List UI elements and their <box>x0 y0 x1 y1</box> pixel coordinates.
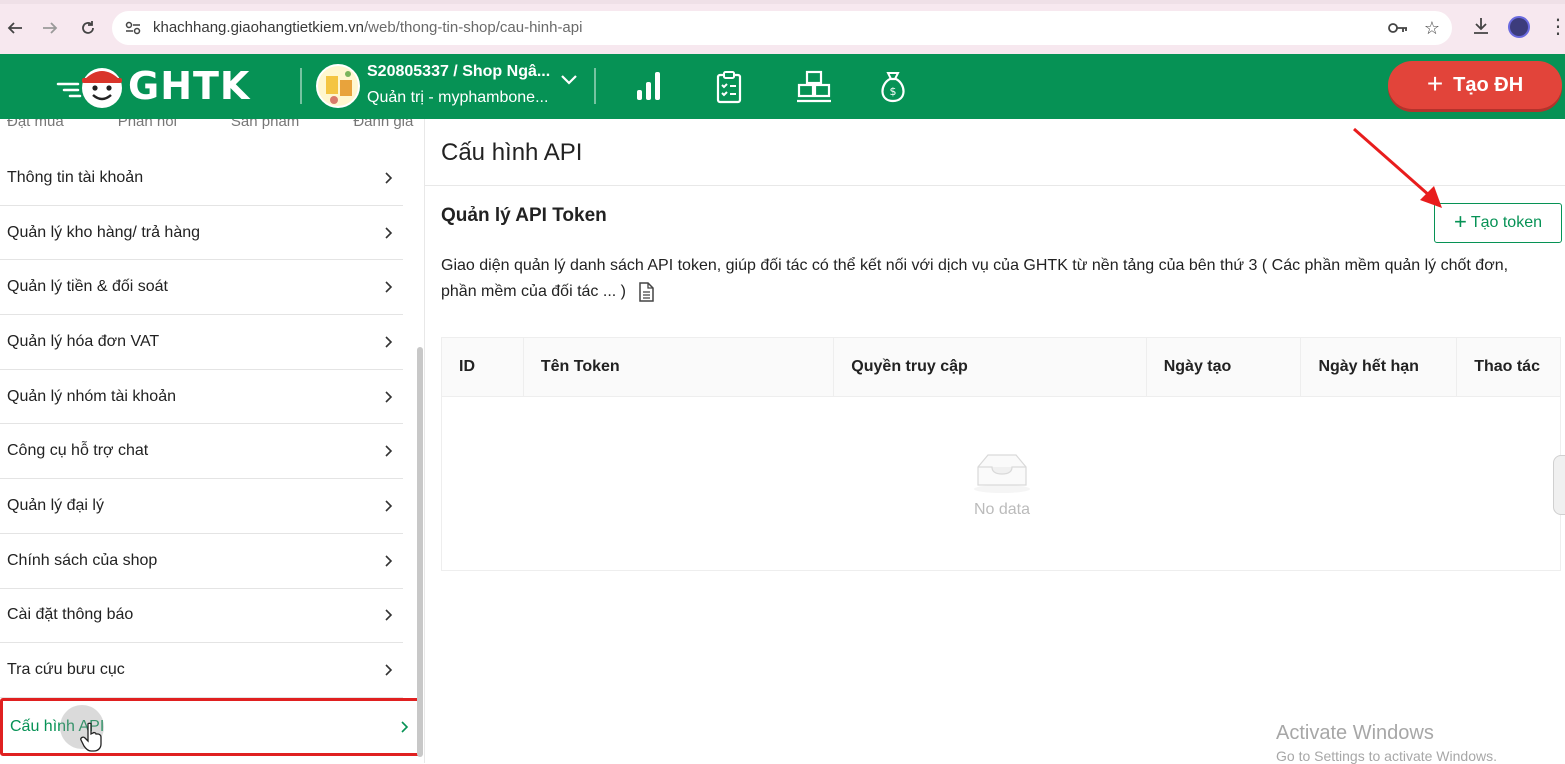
empty-inbox-icon <box>974 453 1030 493</box>
clipboard-checklist-icon[interactable] <box>716 70 742 104</box>
col-header-token-name: Tên Token <box>524 338 835 396</box>
tab-strip <box>0 0 1565 4</box>
password-key-icon[interactable] <box>1388 20 1408 36</box>
windows-activation-subtitle: Go to Settings to activate Windows. <box>1276 748 1497 764</box>
red-arrow-annotation <box>1353 127 1442 208</box>
col-header-id: ID <box>442 338 524 396</box>
url-path: /web/thong-tin-shop/cau-hinh-api <box>363 19 583 36</box>
money-bag-icon[interactable]: $ <box>878 70 908 104</box>
chevron-right-icon <box>385 226 393 239</box>
sidebar-item-label: Cài đặt thông báo <box>7 606 134 624</box>
sidebar-item-account-groups[interactable]: Quản lý nhóm tài khoản <box>0 370 403 425</box>
sidebar-item-label: Thông tin tài khoản <box>7 168 144 186</box>
create-order-label: Tạo ĐH <box>1453 73 1524 96</box>
sidebar-item-chat-tools[interactable]: Công cụ hỗ trợ chat <box>0 424 403 480</box>
address-bar[interactable]: khachhang.giaohangtietkiem.vn/web/thong-… <box>112 11 1452 45</box>
sidebar-item-label: Quản lý tiền & đối soát <box>7 278 168 296</box>
logo-text: GHTK <box>128 64 251 108</box>
chevron-right-icon <box>401 721 409 733</box>
plus-icon: + <box>1453 209 1467 234</box>
section-title: Quản lý API Token <box>441 205 607 226</box>
browser-toolbar: khachhang.giaohangtietkiem.vn/web/thong-… <box>0 0 1565 54</box>
windows-activation-title: Activate Windows <box>1276 722 1434 744</box>
site-settings-icon[interactable] <box>124 19 142 37</box>
chevron-right-icon <box>385 555 393 567</box>
sidebar-item-label: Quản lý nhóm tài khoản <box>7 387 176 405</box>
sidebar-item-notifications[interactable]: Cài đặt thông báo <box>0 589 403 644</box>
shop-name[interactable]: S20805337 / Shop Ngâ... <box>367 63 550 81</box>
empty-state: No data <box>442 398 1562 571</box>
header-divider <box>300 68 302 104</box>
no-data-text: No data <box>973 500 1031 518</box>
svg-text:$: $ <box>890 85 897 98</box>
app-header: GHTK S20805337 / Shop Ngâ... Quản trị - … <box>0 54 1565 119</box>
table-header: ID Tên Token Quyền truy cập Ngày tạo Ngà… <box>442 338 1560 397</box>
sidebar-item-money[interactable]: Quản lý tiền & đối soát <box>0 260 403 316</box>
sidebar-item-warehouse[interactable]: Quản lý kho hàng/ trả hàng <box>0 206 403 261</box>
tab-dat-mua[interactable]: Đặt mua <box>7 119 64 130</box>
chevron-right-icon <box>385 281 393 293</box>
tab-danh-gia[interactable]: Đánh giá <box>353 119 413 130</box>
col-header-expires: Ngày hết hạn <box>1301 338 1458 396</box>
boxes-warehouse-icon[interactable] <box>796 70 832 104</box>
chevron-right-icon <box>385 664 393 676</box>
sidebar-item-post-office-lookup[interactable]: Tra cứu bưu cục <box>0 643 403 698</box>
chevron-right-icon <box>385 391 393 403</box>
col-header-created: Ngày tạo <box>1147 338 1302 396</box>
api-token-table: ID Tên Token Quyền truy cập Ngày tạo Ngà… <box>441 337 1561 571</box>
sidebar-item-label: Chính sách của shop <box>7 551 158 569</box>
description-text: Giao diện quản lý danh sách API token, g… <box>441 257 1509 300</box>
tab-san-pham[interactable]: Sản phẩm <box>231 119 299 130</box>
url-host: khachhang.giaohangtietkiem.vn <box>153 19 364 36</box>
tab-phan-hoi[interactable]: Phản hồi <box>118 119 177 130</box>
col-header-access: Quyền truy cập <box>834 338 1147 396</box>
chevron-right-icon <box>385 336 393 348</box>
sidebar-item-label: Quản lý hóa đơn VAT <box>7 332 160 350</box>
reload-icon[interactable] <box>75 15 101 41</box>
sidebar-item-agents[interactable]: Quản lý đại lý <box>0 479 403 534</box>
page-title: Cấu hình API <box>441 139 583 166</box>
sidebar-item-label: Tra cứu bưu cục <box>7 661 125 679</box>
download-icon[interactable] <box>1471 16 1491 36</box>
header-divider <box>594 68 596 104</box>
shop-role[interactable]: Quản trị - myphambone... <box>367 89 548 107</box>
sidebar-item-shop-policy[interactable]: Chính sách của shop <box>0 534 403 589</box>
chevron-right-icon <box>385 172 393 184</box>
hand-cursor-icon <box>80 722 102 752</box>
shop-tabs-cut: Đặt mua Phản hồi Sản phẩm Đánh giá <box>7 119 424 130</box>
menu-kebab-icon[interactable]: ⋮ <box>1548 14 1565 39</box>
back-icon[interactable] <box>2 15 28 41</box>
create-token-label: Tạo token <box>1470 214 1542 231</box>
sidebar-scrollbar[interactable] <box>417 347 423 757</box>
sidebar-item-label: Quản lý đại lý <box>7 496 104 514</box>
sidebar-item-label: Công cụ hỗ trợ chat <box>7 442 149 460</box>
plus-icon: + <box>1426 67 1444 99</box>
chart-bar-icon[interactable] <box>634 70 664 102</box>
bookmark-star-icon[interactable]: ☆ <box>1424 18 1440 39</box>
url-text[interactable]: khachhang.giaohangtietkiem.vn/web/thong-… <box>153 19 582 36</box>
sidebar-item-vat[interactable]: Quản lý hóa đơn VAT <box>0 315 403 370</box>
shop-avatar[interactable] <box>316 64 360 108</box>
side-scroll-handle[interactable] <box>1553 455 1565 515</box>
chevron-down-icon[interactable] <box>560 74 578 86</box>
settings-menu: Thông tin tài khoản Quản lý kho hàng/ tr… <box>0 151 422 756</box>
document-icon[interactable] <box>638 282 655 302</box>
forward-icon[interactable] <box>37 15 63 41</box>
create-order-button[interactable]: + Tạo ĐH <box>1388 61 1562 109</box>
col-header-actions: Thao tác <box>1474 358 1540 375</box>
create-token-button[interactable]: + Tạo token <box>1434 203 1562 243</box>
description: Giao diện quản lý danh sách API token, g… <box>441 253 1541 305</box>
profile-avatar[interactable] <box>1508 16 1530 38</box>
chevron-right-icon <box>385 500 393 512</box>
chevron-right-icon <box>385 609 393 621</box>
settings-sidebar: Đặt mua Phản hồi Sản phẩm Đánh giá Thông ti… <box>0 119 425 763</box>
sidebar-item-account-info[interactable]: Thông tin tài khoản <box>0 151 403 206</box>
sidebar-item-label: Quản lý kho hàng/ trả hàng <box>7 223 201 241</box>
chevron-right-icon <box>385 445 393 457</box>
